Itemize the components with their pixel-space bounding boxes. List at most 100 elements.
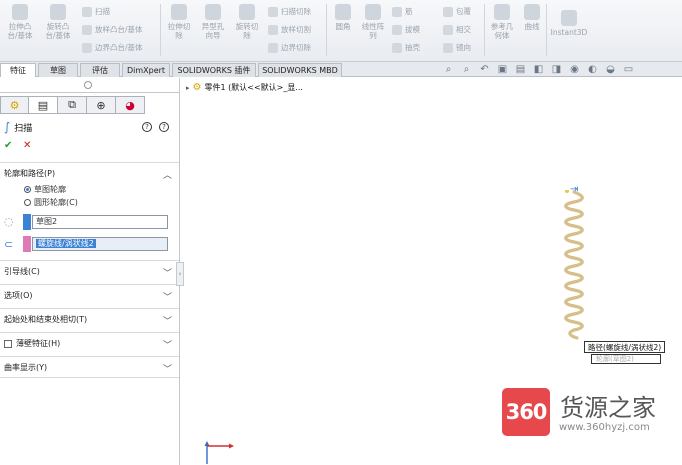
circular-profile-radio[interactable]: 圆形轮廓(C) [24,197,78,208]
chevron-down-icon: ﹀ [162,317,172,327]
guide-curves-section-header[interactable]: 引导线(C) ﹀ [0,260,179,282]
zoom-area-icon[interactable]: ⌕ [460,64,473,76]
draft-button[interactable]: 拔模 [392,24,420,35]
boundary-cut-icon [268,42,278,53]
view-settings-icon[interactable]: ▭ [622,64,635,76]
radio-selected-icon [24,186,31,193]
apply-scene-icon[interactable]: ◒ [604,64,617,76]
feature-tree-root[interactable]: ▸ ⚙ 零件1 (默认<<默认>_显... [186,82,303,93]
dynamic-annotation-icon[interactable]: ▤ [514,64,527,76]
display-manager-tab-icon[interactable]: ◕ [116,96,145,114]
hide-show-icon[interactable]: ◉ [568,64,581,76]
rib-button[interactable]: 筋 [392,6,413,17]
triad-axis-icon [204,441,234,464]
tab-solidworks-addins[interactable]: SOLIDWORKS 插件 [172,63,256,77]
chevron-up-icon: ︿ [162,171,172,181]
panel-collapse-handle[interactable]: › [176,262,184,286]
tab-sketch[interactable]: 草图 [38,63,78,77]
sweep-feature-icon: ∫ [4,120,11,134]
profile-path-section-header[interactable]: 轮廓和路径(P) ︿ [0,162,179,184]
lofted-cut-icon [268,24,278,35]
hole-wizard-icon [205,4,221,20]
intersect-icon [443,24,453,35]
sweep-button[interactable]: 扫描 [82,6,110,17]
tab-solidworks-mbd[interactable]: SOLIDWORKS MBD [258,63,342,77]
sketch-profile-radio[interactable]: 草图轮廓 [24,184,66,195]
watermark-url: www.360hyzj.com [559,422,650,433]
loft-boss-button[interactable]: 放样凸台/基体 [82,24,143,35]
section-view-icon[interactable]: ▣ [496,64,509,76]
expand-arrow-icon[interactable]: ▸ [186,84,190,92]
chevron-down-icon: ﹀ [162,341,172,351]
profile-selection-field[interactable]: 草图2 [32,215,168,229]
display-style-icon[interactable]: ◨ [550,64,563,76]
extrude-cut-button[interactable]: 拉伸切 除 [163,4,195,40]
tab-evaluate[interactable]: 评估 [80,63,120,77]
feature-title: ∫ 扫描 [4,120,33,134]
previous-view-icon[interactable]: ↶ [478,64,491,76]
instant3d-button[interactable]: Instant3D [548,10,590,37]
command-manager-ribbon: 拉伸凸 台/基体 旋转凸 台/基体 扫描 放样凸台/基体 边界凸台/基体 拉伸切… [0,0,682,62]
extrude-cut-icon [171,4,187,20]
zoom-to-fit-icon[interactable]: ⌕ [442,64,455,76]
part-icon: ⚙ [192,82,202,93]
panel-pin-icon[interactable] [84,81,92,89]
path-callout[interactable]: 路径(螺旋线/涡状线2) [584,341,666,353]
ribbon-divider [160,4,161,56]
wrap-button[interactable]: 包覆 [443,6,471,17]
path-icon: ⊂ [4,238,14,251]
intersect-button[interactable]: 相交 [443,24,471,35]
configuration-manager-tab-icon[interactable]: ⧉ [58,96,87,114]
edit-appearance-icon[interactable]: ◐ [586,64,599,76]
chevron-down-icon: ﹀ [162,269,172,279]
revolve-boss-button[interactable]: 旋转凸 台/基体 [40,4,76,40]
profile-color-swatch [23,214,31,230]
thin-feature-section-header[interactable]: 薄壁特征(H) ﹀ [0,332,179,354]
revolve-cut-button[interactable]: 旋转切 除 [231,4,263,40]
swept-cut-button[interactable]: 扫描切除 [268,6,311,17]
manager-tabs: ⚙ ▤ ⧉ ⊕ ◕ [0,96,145,114]
boundary-icon [82,42,92,53]
profile-callout[interactable]: 轮廓(草图2) [591,354,661,364]
feature-manager-tab-icon[interactable]: ⚙ [0,96,29,114]
property-manager-tab-icon[interactable]: ▤ [29,96,58,114]
curves-icon [524,4,540,20]
ok-button[interactable]: ✔ [4,140,12,151]
shell-button[interactable]: 抽壳 [392,42,420,53]
reference-geometry-icon [494,4,510,20]
dimxpert-manager-tab-icon[interactable]: ⊕ [87,96,116,114]
ribbon-divider [546,4,547,56]
tab-dimxpert[interactable]: DimXpert [122,63,170,77]
cancel-button[interactable]: ✕ [23,140,31,151]
divider [0,92,179,93]
mirror-icon [443,42,453,53]
wrap-icon [443,6,453,17]
fillet-button[interactable]: 圆角 [330,4,356,31]
thin-feature-checkbox[interactable] [4,339,12,348]
radio-unselected-icon [24,199,31,206]
swept-cut-icon [268,6,278,17]
help-icon[interactable]: ? [142,122,152,132]
draft-icon [392,24,402,35]
boundary-boss-button[interactable]: 边界凸台/基体 [82,42,143,53]
boundary-cut-button[interactable]: 边界切除 [268,42,311,53]
lofted-cut-button[interactable]: 放样切割 [268,24,311,35]
reference-geometry-button[interactable]: 参考几 何体 [487,4,517,40]
detailed-help-icon[interactable]: ? [159,122,169,132]
curvature-display-section-header[interactable]: 曲率显示(Y) ﹀ [0,356,179,378]
tab-features[interactable]: 特征 [0,63,36,77]
extrude-boss-button[interactable]: 拉伸凸 台/基体 [2,4,38,40]
options-section-header[interactable]: 选项(O) ﹀ [0,284,179,306]
rib-icon [392,6,402,17]
tangency-section-header[interactable]: 起始处和结束处相切(T) ﹀ [0,308,179,330]
hole-wizard-button[interactable]: 异型孔 向导 [196,4,230,40]
mirror-button[interactable]: 镜向 [443,42,471,53]
profile-direction-arrow-icon: ⇥ [570,184,579,195]
path-selection-field[interactable]: 螺旋线/涡状线2 [32,237,168,251]
view-orientation-icon[interactable]: ◧ [532,64,545,76]
curves-button[interactable]: 曲线 [520,4,544,31]
revolve-cut-icon [239,4,255,20]
linear-pattern-button[interactable]: 线性阵 列 [358,4,388,40]
ribbon-divider [484,4,485,56]
heads-up-view-toolbar: ⌕ ⌕ ↶ ▣ ▤ ◧ ◨ ◉ ◐ ◒ ▭ [442,64,635,78]
